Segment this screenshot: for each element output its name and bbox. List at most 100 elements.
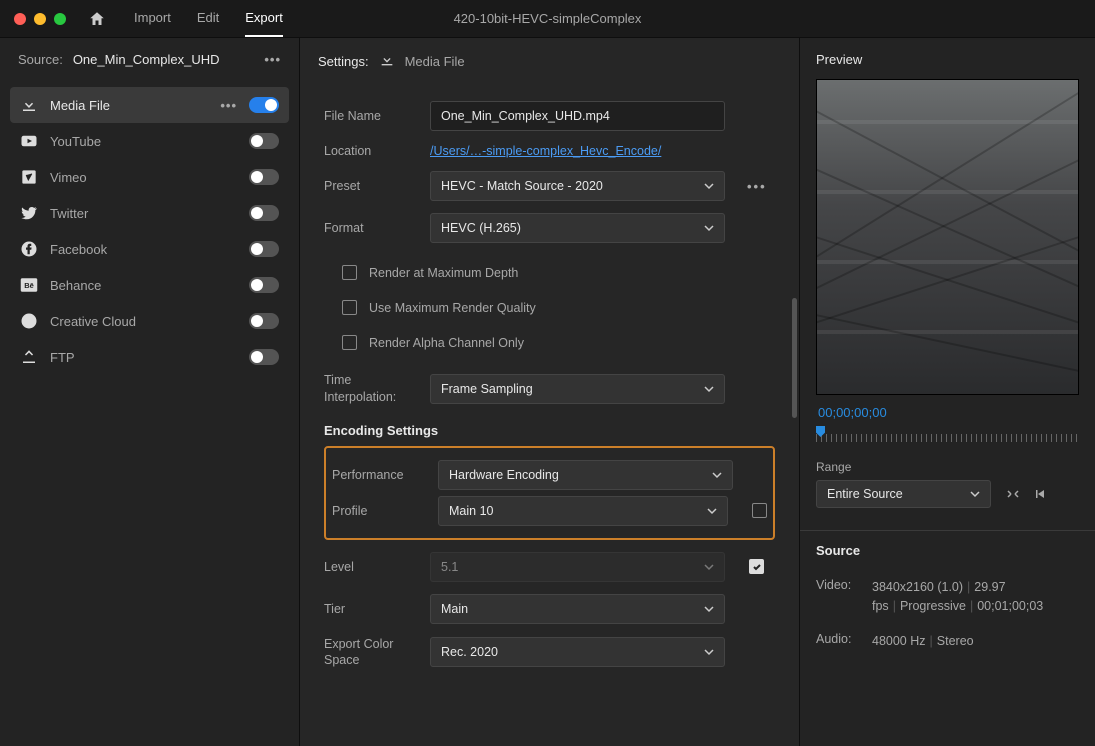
range-select[interactable]: Entire Source [816, 480, 991, 508]
chevron-down-icon [704, 181, 714, 191]
minimize-window[interactable] [34, 13, 46, 25]
home-icon[interactable] [88, 10, 106, 28]
dest-label: Vimeo [50, 170, 237, 185]
vimeo-icon [20, 168, 38, 186]
svg-text:Bē: Bē [24, 281, 34, 290]
chevron-down-icon [704, 223, 714, 233]
video-meta-value: 3840x2160 (1.0)|29.97 fps|Progressive|00… [872, 578, 1079, 616]
dest-label: Twitter [50, 206, 237, 221]
profile-select[interactable]: Main 10 [438, 496, 728, 526]
source-section-title: Source [816, 543, 1079, 558]
profile-lock-checkbox[interactable] [752, 503, 767, 518]
chevron-down-icon [704, 384, 714, 394]
close-window[interactable] [14, 13, 26, 25]
performance-value: Hardware Encoding [449, 468, 559, 482]
level-lock-checkbox[interactable] [749, 559, 764, 574]
settings-subtitle: Media File [405, 54, 465, 69]
colorspace-label: Export Color Space [324, 636, 416, 669]
performance-select[interactable]: Hardware Encoding [438, 460, 733, 490]
tier-label: Tier [324, 601, 416, 617]
step-back-icon[interactable] [1029, 480, 1053, 508]
timeline-ticks [816, 434, 1079, 442]
alpha-only-checkbox[interactable] [342, 335, 357, 350]
dest-toggle[interactable] [249, 133, 279, 149]
facebook-icon [20, 240, 38, 258]
chevron-down-icon [704, 562, 714, 572]
performance-label: Performance [332, 467, 424, 483]
tab-edit[interactable]: Edit [197, 0, 219, 37]
dest-toggle[interactable] [249, 313, 279, 329]
preset-select[interactable]: HEVC - Match Source - 2020 [430, 171, 725, 201]
profile-label: Profile [332, 503, 424, 519]
max-depth-label: Render at Maximum Depth [369, 266, 518, 280]
chevron-down-icon [712, 470, 722, 480]
creative-cloud-icon [20, 312, 38, 330]
level-label: Level [324, 559, 416, 575]
profile-value: Main 10 [449, 504, 493, 518]
preset-more-icon[interactable]: ••• [747, 179, 767, 194]
dest-behance[interactable]: Bē Behance [10, 267, 289, 303]
colorspace-select[interactable]: Rec. 2020 [430, 637, 725, 667]
scrollbar-thumb[interactable] [792, 298, 797, 418]
dest-media-file[interactable]: Media File ••• [10, 87, 289, 123]
dest-toggle[interactable] [249, 241, 279, 257]
dest-toggle[interactable] [249, 349, 279, 365]
dest-twitter[interactable]: Twitter [10, 195, 289, 231]
dest-label: Facebook [50, 242, 237, 257]
youtube-icon [20, 132, 38, 150]
dest-more-icon[interactable]: ••• [220, 98, 237, 113]
location-label: Location [324, 143, 416, 159]
max-depth-checkbox[interactable] [342, 265, 357, 280]
destinations-list: Media File ••• YouTube Vimeo Twitter [0, 81, 299, 381]
download-icon [379, 52, 395, 71]
window-title: 420-10bit-HEVC-simpleComplex [454, 11, 642, 26]
dest-youtube[interactable]: YouTube [10, 123, 289, 159]
alpha-only-label: Render Alpha Channel Only [369, 336, 524, 350]
preview-frame [816, 79, 1079, 395]
timecode: 00;00;00;00 [818, 405, 1079, 420]
dest-label: Creative Cloud [50, 314, 237, 329]
tab-import[interactable]: Import [134, 0, 171, 37]
max-quality-checkbox[interactable] [342, 300, 357, 315]
chevron-down-icon [970, 489, 980, 499]
dest-label: FTP [50, 350, 237, 365]
source-label: Source: [18, 52, 63, 67]
behance-icon: Bē [20, 276, 38, 294]
source-name: One_Min_Complex_UHD [73, 52, 255, 67]
chevron-down-icon [704, 604, 714, 614]
format-select[interactable]: HEVC (H.265) [430, 213, 725, 243]
video-meta-label: Video: [816, 578, 862, 616]
tier-value: Main [441, 602, 468, 616]
upload-icon [20, 348, 38, 366]
settings-title: Settings: [318, 54, 369, 69]
highlight-box: Performance Hardware Encoding Profile Ma… [324, 446, 775, 540]
time-interp-select[interactable]: Frame Sampling [430, 374, 725, 404]
tier-select[interactable]: Main [430, 594, 725, 624]
dest-label: YouTube [50, 134, 237, 149]
range-label: Range [816, 460, 1079, 474]
chevron-down-icon [707, 506, 717, 516]
tab-export[interactable]: Export [245, 0, 283, 37]
preview-title: Preview [816, 52, 1079, 67]
maximize-window[interactable] [54, 13, 66, 25]
chevron-down-icon [704, 647, 714, 657]
dest-toggle[interactable] [249, 97, 279, 113]
dest-vimeo[interactable]: Vimeo [10, 159, 289, 195]
file-name-input[interactable] [430, 101, 725, 131]
dest-toggle[interactable] [249, 277, 279, 293]
dest-creative-cloud[interactable]: Creative Cloud [10, 303, 289, 339]
source-more-icon[interactable]: ••• [264, 52, 281, 67]
dest-facebook[interactable]: Facebook [10, 231, 289, 267]
dest-toggle[interactable] [249, 169, 279, 185]
level-value: 5.1 [441, 560, 458, 574]
zoom-fit-icon[interactable] [1001, 480, 1025, 508]
dest-ftp[interactable]: FTP [10, 339, 289, 375]
timeline[interactable] [816, 426, 1079, 444]
dest-toggle[interactable] [249, 205, 279, 221]
file-name-label: File Name [324, 108, 416, 124]
location-link[interactable]: /Users/…-simple-complex_Hevc_Encode/ [430, 144, 661, 158]
colorspace-value: Rec. 2020 [441, 645, 498, 659]
dest-label: Behance [50, 278, 237, 293]
level-select: 5.1 [430, 552, 725, 582]
range-value: Entire Source [827, 487, 903, 501]
